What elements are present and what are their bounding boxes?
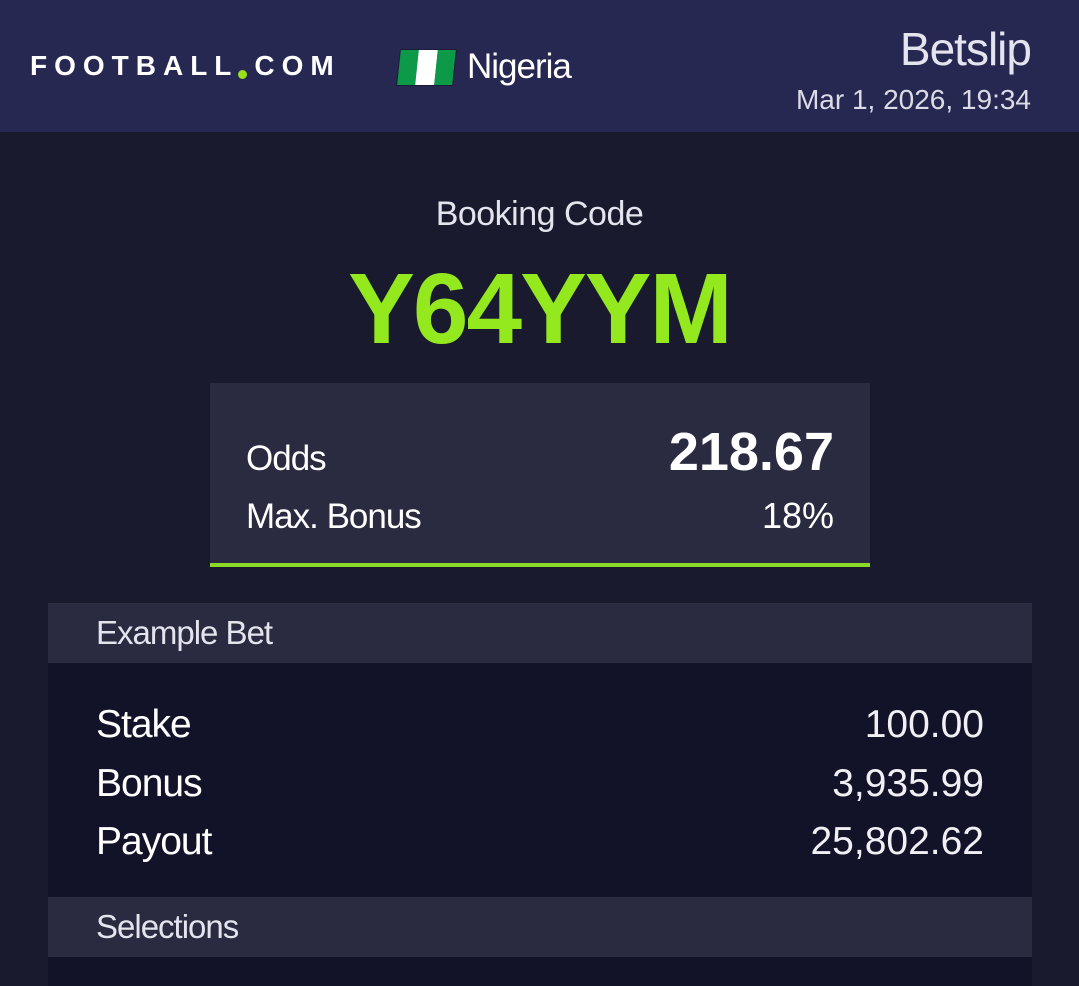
selections-heading: Selections xyxy=(48,897,1032,957)
bonus-row: Bonus 3,935.99 xyxy=(96,762,984,806)
nigeria-flag-icon xyxy=(396,48,457,86)
stake-row: Stake 100.00 xyxy=(96,703,984,747)
example-bet-heading: Example Bet xyxy=(48,603,1032,663)
stake-value: 100.00 xyxy=(864,703,984,746)
brand-dot xyxy=(238,69,248,79)
max-bonus-label: Max. Bonus xyxy=(246,497,422,536)
bonus-value: 3,935.99 xyxy=(832,762,984,805)
brand-name: FOOTBALL xyxy=(30,50,239,81)
example-bet-panel: Stake 100.00 Bonus 3,935.99 Payout 25,80… xyxy=(48,663,1032,897)
payout-label: Payout xyxy=(96,820,212,863)
max-bonus-value: 18% xyxy=(761,495,834,536)
country-name: Nigeria xyxy=(467,47,572,86)
app-header: FOOTBALL COM Nigeria Betslip Mar 1, 2026… xyxy=(0,0,1079,132)
payout-row: Payout 25,802.62 xyxy=(96,820,984,864)
selections-panel xyxy=(48,957,1032,986)
odds-label: Odds xyxy=(246,439,327,478)
country-selector[interactable]: Nigeria xyxy=(396,47,572,87)
stake-label: Stake xyxy=(96,703,192,746)
odds-row: Odds 218.67 xyxy=(246,421,834,483)
brand-suffix: COM xyxy=(254,50,341,81)
max-bonus-row: Max. Bonus 18% xyxy=(246,495,834,537)
brand-logo[interactable]: FOOTBALL COM xyxy=(30,50,341,82)
betslip-timestamp: Mar 1, 2026, 19:34 xyxy=(795,84,1031,115)
booking-code-value[interactable]: Y64YYM xyxy=(0,252,1079,367)
odds-value: 218.67 xyxy=(668,422,834,482)
page-title: Betslip xyxy=(899,23,1032,75)
payout-value: 25,802.62 xyxy=(810,820,984,863)
booking-code-label: Booking Code xyxy=(435,195,644,233)
odds-summary-card: Odds 218.67 Max. Bonus 18% xyxy=(210,383,870,567)
bonus-label: Bonus xyxy=(96,762,203,805)
